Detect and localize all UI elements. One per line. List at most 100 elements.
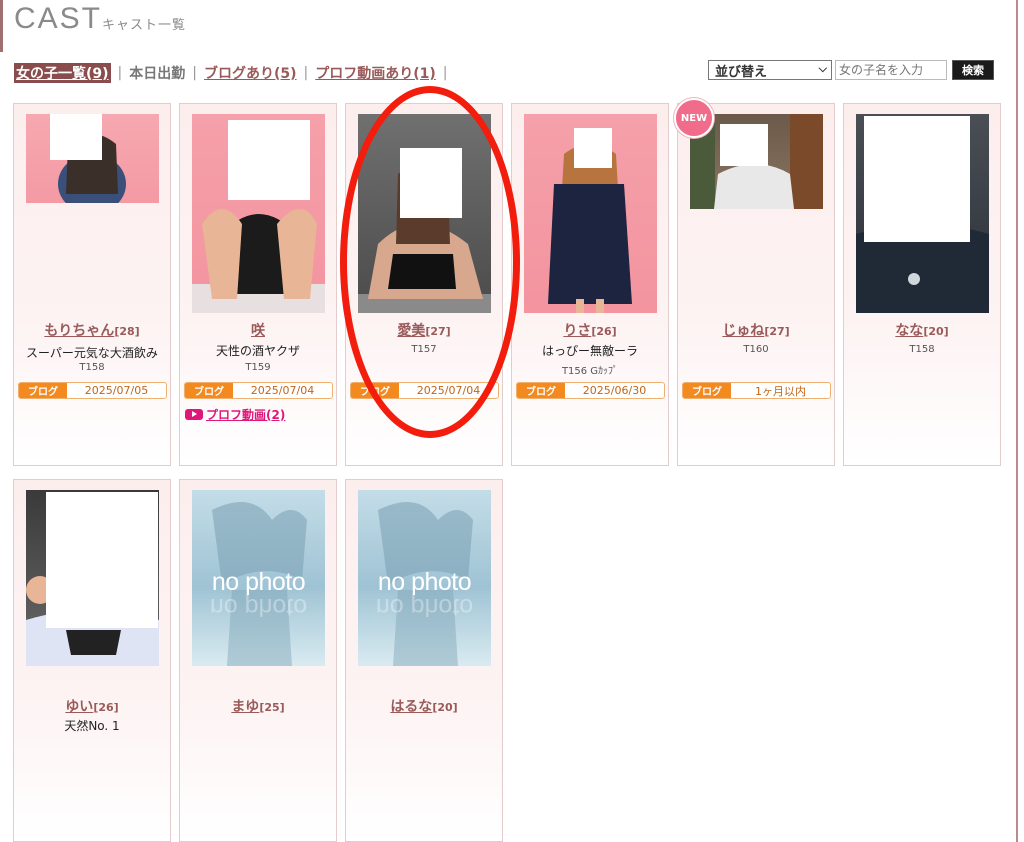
cast-photo[interactable]: [26, 114, 159, 203]
blog-tag: ブログ: [185, 383, 233, 398]
no-photo-placeholder: no photo no photo: [358, 490, 491, 666]
blog-badge[interactable]: ブログ 2025/07/04: [184, 382, 333, 399]
divider: |: [192, 65, 197, 81]
blog-date: 2025/07/05: [84, 384, 149, 397]
cast-age: [27]: [764, 325, 790, 338]
blog-badge[interactable]: ブログ 1ヶ月以内: [682, 382, 831, 399]
cast-photo[interactable]: [524, 114, 657, 313]
cast-age: [20]: [432, 701, 458, 714]
cast-height: T158: [79, 362, 105, 373]
search-button[interactable]: 検索: [952, 60, 994, 80]
face-mask: [720, 124, 768, 166]
cast-card[interactable]: ゆい[26] 天然No. 1: [13, 479, 171, 842]
page-subtitle: キャスト一覧: [102, 18, 187, 33]
cast-name-link[interactable]: なな: [895, 323, 923, 339]
cast-height: T160: [743, 344, 769, 355]
cast-catchphrase: スーパー元気な大酒飲み: [26, 346, 158, 360]
cast-card[interactable]: もりちゃん[28] スーパー元気な大酒飲み T158 ブログ 2025/07/0…: [13, 103, 171, 466]
cast-photo[interactable]: no photo no photo: [192, 490, 325, 666]
filter-nav: 女の子一覧(9) | 本日出勤 | ブログあり(5) | プロフ動画あり(1) …: [14, 63, 455, 83]
filter-has-video[interactable]: プロフ動画あり(1): [315, 63, 436, 83]
cast-catchphrase: 天性の酒ヤクザ: [215, 344, 300, 358]
cast-height: T156 Gｶｯﾌﾟ: [561, 366, 619, 377]
cast-photo[interactable]: [856, 114, 989, 313]
face-mask: [400, 148, 462, 218]
cast-card[interactable]: 咲 天性の酒ヤクザ T159 ブログ 2025/07/04 プロフ動画(2): [179, 103, 337, 466]
cast-name-line: ゆい[26]: [14, 696, 170, 716]
chevron-down-icon: ⌵: [818, 62, 827, 75]
blog-date: 1ヶ月以内: [755, 384, 806, 398]
cast-name-link[interactable]: もりちゃん: [44, 323, 114, 339]
cast-name-link[interactable]: まゆ: [231, 699, 259, 715]
cast-card[interactable]: なな[20] T158: [843, 103, 1001, 466]
cast-name-link[interactable]: ゆい: [65, 699, 93, 715]
blog-date: 2025/07/04: [250, 384, 315, 397]
face-mask: [228, 120, 310, 200]
cast-age: [20]: [923, 325, 949, 338]
filter-all-casts[interactable]: 女の子一覧(9): [14, 63, 111, 83]
play-icon: [185, 409, 203, 420]
right-border: [1016, 0, 1018, 842]
cast-card[interactable]: no photo no photo まゆ[25]: [179, 479, 337, 842]
cast-photo[interactable]: [26, 490, 159, 666]
cast-card[interactable]: じゅね[27] T160 ブログ 1ヶ月以内: [677, 103, 835, 466]
no-photo-reflection: no photo: [375, 593, 474, 621]
cast-age: [25]: [259, 701, 285, 714]
new-badge: NEW: [674, 98, 714, 138]
cast-name-line: まゆ[25]: [180, 696, 336, 716]
cast-photo[interactable]: [192, 114, 325, 313]
blog-badge[interactable]: ブログ 2025/07/04: [350, 382, 499, 399]
sort-select[interactable]: 並び替え ⌵: [708, 60, 832, 80]
face-mask: [46, 492, 158, 628]
cast-name-link[interactable]: 咲: [251, 323, 265, 339]
cast-name-link[interactable]: じゅね: [722, 323, 764, 339]
blog-tag: ブログ: [19, 383, 67, 398]
cast-card[interactable]: りさ[26] はっぴー無敵ーラ T156 Gｶｯﾌﾟ ブログ 2025/06/3…: [511, 103, 669, 466]
cast-card[interactable]: no photo no photo はるな[20]: [345, 479, 503, 842]
cast-catchphrase: はっぴー無敵ーラ: [541, 344, 638, 358]
sort-selected-label: 並び替え: [715, 64, 768, 80]
cast-name-search-input[interactable]: [835, 60, 947, 80]
blog-badge[interactable]: ブログ 2025/06/30: [516, 382, 665, 399]
cast-name-link[interactable]: りさ: [563, 323, 591, 339]
blog-badge[interactable]: ブログ 2025/07/05: [18, 382, 167, 399]
no-photo-reflection: no photo: [209, 593, 308, 621]
profile-video-link[interactable]: プロフ動画(2): [185, 406, 285, 423]
cast-age: [26]: [93, 701, 119, 714]
page-header: CAST キャスト一覧: [0, 0, 1024, 52]
blog-tag: ブログ: [683, 383, 731, 398]
divider: |: [303, 65, 309, 81]
face-mask: [864, 116, 970, 242]
cast-height: T159: [245, 362, 271, 373]
cast-photo[interactable]: [358, 114, 491, 313]
blog-date: 2025/07/04: [416, 384, 481, 397]
cast-name-line: じゅね[27]: [678, 320, 834, 340]
cast-name-line: 咲: [180, 320, 336, 340]
cast-name-line: なな[20]: [844, 320, 1000, 340]
cast-age: [28]: [114, 325, 140, 338]
cast-height: T157: [411, 344, 437, 355]
cast-catchphrase: 天然No. 1: [64, 719, 120, 733]
filter-today-working[interactable]: 本日出勤: [129, 63, 185, 83]
header-accent-bar: [0, 0, 3, 52]
filter-has-blog[interactable]: ブログあり(5): [204, 63, 297, 83]
divider: |: [117, 65, 123, 81]
face-mask: [50, 114, 102, 160]
profile-video-label: プロフ動画(2): [206, 408, 286, 422]
blog-tag: ブログ: [517, 383, 565, 398]
cast-name-line: はるな[20]: [346, 696, 502, 716]
cast-card[interactable]: 愛美[27] T157 ブログ 2025/07/04: [345, 103, 503, 466]
cast-name-link[interactable]: 愛美: [397, 323, 425, 339]
cast-age: [27]: [425, 325, 451, 338]
face-mask: [574, 128, 612, 168]
cast-name-line: 愛美[27]: [346, 320, 502, 340]
cast-name-line: もりちゃん[28]: [14, 320, 170, 340]
page-title: CAST: [14, 2, 103, 35]
blog-tag: ブログ: [351, 383, 399, 398]
divider: |: [442, 65, 448, 81]
cast-name-line: りさ[26]: [512, 320, 668, 340]
cast-name-link[interactable]: はるな: [390, 699, 432, 715]
no-photo-placeholder: no photo no photo: [192, 490, 325, 666]
cast-age: [26]: [591, 325, 617, 338]
cast-photo[interactable]: no photo no photo: [358, 490, 491, 666]
